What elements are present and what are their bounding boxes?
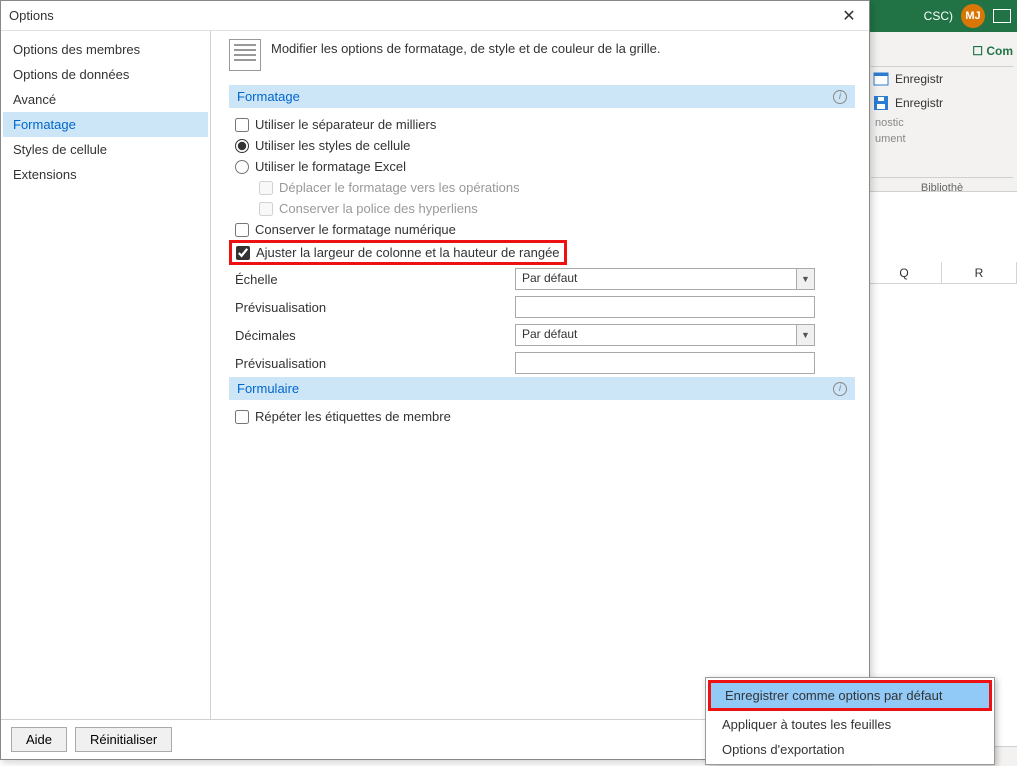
page-icon bbox=[229, 39, 261, 71]
save-icon bbox=[873, 95, 889, 111]
menu-export[interactable]: Options d'exportation bbox=[708, 737, 992, 762]
sidebar-item-formatting[interactable]: Formatage bbox=[3, 112, 208, 137]
chevron-down-icon[interactable]: ▼ bbox=[796, 325, 814, 345]
opt-keep-hyperlink: Conserver la police des hyperliens bbox=[229, 198, 855, 219]
combo-scale[interactable]: Par défaut ▼ bbox=[515, 268, 815, 290]
avatar[interactable]: MJ bbox=[961, 4, 985, 28]
menu-save-default[interactable]: Enregistrer comme options par défaut bbox=[711, 683, 989, 708]
csc-badge: CSC) bbox=[924, 9, 953, 23]
sidebar-item-members[interactable]: Options des membres bbox=[3, 37, 208, 62]
input-preview-1 bbox=[515, 296, 815, 318]
info-icon[interactable]: i bbox=[833, 382, 847, 396]
opt-move-format: Déplacer le formatage vers les opération… bbox=[229, 177, 855, 198]
col-q[interactable]: Q bbox=[867, 262, 942, 283]
opt-repeat-labels[interactable]: Répéter les étiquettes de membre bbox=[229, 406, 855, 427]
label-scale: Échelle bbox=[235, 272, 515, 287]
label-preview-1: Prévisualisation bbox=[235, 300, 515, 315]
sidebar-item-data[interactable]: Options de données bbox=[3, 62, 208, 87]
menu-apply-all[interactable]: Appliquer à toutes les feuilles bbox=[708, 712, 992, 737]
opt-adjust-column-row[interactable]: Ajuster la largeur de colonne et la haut… bbox=[229, 240, 855, 265]
context-menu: Enregistrer comme options par défaut App… bbox=[705, 677, 995, 765]
opt-thousands-separator[interactable]: Utiliser le séparateur de milliers bbox=[229, 114, 855, 135]
excel-titlebar: CSC) MJ bbox=[867, 0, 1017, 32]
opt-excel-format[interactable]: Utiliser le formatage Excel bbox=[229, 156, 855, 177]
checkbox-repeat-labels[interactable] bbox=[235, 410, 249, 424]
diag-label: nostic bbox=[871, 115, 1013, 131]
label-decimals: Décimales bbox=[235, 328, 515, 343]
radio-excel-format[interactable] bbox=[235, 160, 249, 174]
checkbox-hyperlink bbox=[259, 202, 273, 216]
info-icon[interactable]: i bbox=[833, 90, 847, 104]
section-formatting: Formatage i bbox=[229, 85, 855, 108]
sidebar-item-extensions[interactable]: Extensions bbox=[3, 162, 208, 187]
opt-cell-styles[interactable]: Utiliser les styles de cellule bbox=[229, 135, 855, 156]
sidebar-item-cellstyles[interactable]: Styles de cellule bbox=[3, 137, 208, 162]
ribbon-save-1[interactable]: Enregistr bbox=[871, 67, 1013, 91]
row-preview-2: Prévisualisation bbox=[229, 349, 855, 377]
help-button[interactable]: Aide bbox=[11, 727, 67, 752]
radio-cell-styles[interactable] bbox=[235, 139, 249, 153]
dialog-titlebar: Options ✕ bbox=[1, 1, 869, 31]
close-button[interactable]: ✕ bbox=[837, 6, 861, 26]
options-content: Modifier les options de formatage, de st… bbox=[211, 31, 869, 719]
checkbox-adjust-col[interactable] bbox=[236, 246, 250, 260]
options-dialog: Options ✕ Options des membres Options de… bbox=[0, 0, 870, 760]
comments-button[interactable]: ☐ Com bbox=[871, 40, 1013, 67]
chevron-down-icon[interactable]: ▼ bbox=[796, 269, 814, 289]
checkbox-thousands[interactable] bbox=[235, 118, 249, 132]
opt-keep-numeric[interactable]: Conserver le formatage numérique bbox=[229, 219, 855, 240]
combo-decimals[interactable]: Par défaut ▼ bbox=[515, 324, 815, 346]
column-headers: Q R bbox=[867, 262, 1017, 284]
ribbon: ☐ Com Enregistr Enregistr nostic ument B… bbox=[867, 32, 1017, 192]
col-r[interactable]: R bbox=[942, 262, 1017, 283]
reset-button[interactable]: Réinitialiser bbox=[75, 727, 172, 752]
checkbox-move-format bbox=[259, 181, 273, 195]
row-preview-1: Prévisualisation bbox=[229, 293, 855, 321]
options-sidebar: Options des membres Options de données A… bbox=[1, 31, 211, 719]
ribbon-save-2[interactable]: Enregistr bbox=[871, 91, 1013, 115]
sidebar-item-advanced[interactable]: Avancé bbox=[3, 87, 208, 112]
checkbox-numeric[interactable] bbox=[235, 223, 249, 237]
doc-label: ument bbox=[871, 131, 1013, 147]
page-description: Modifier les options de formatage, de st… bbox=[271, 39, 661, 56]
spreadsheet-grid[interactable]: Q R bbox=[867, 192, 1017, 746]
row-scale: Échelle Par défaut ▼ bbox=[229, 265, 855, 293]
highlight-adjust-option: Ajuster la largeur de colonne et la haut… bbox=[229, 240, 567, 265]
ribbon-toggle-icon[interactable] bbox=[993, 9, 1011, 23]
label-preview-2: Prévisualisation bbox=[235, 356, 515, 371]
dialog-title: Options bbox=[9, 8, 54, 23]
input-preview-2 bbox=[515, 352, 815, 374]
highlight-save-default: Enregistrer comme options par défaut bbox=[708, 680, 992, 711]
section-form: Formulaire i bbox=[229, 377, 855, 400]
row-decimals: Décimales Par défaut ▼ bbox=[229, 321, 855, 349]
sheet-icon bbox=[873, 71, 889, 87]
